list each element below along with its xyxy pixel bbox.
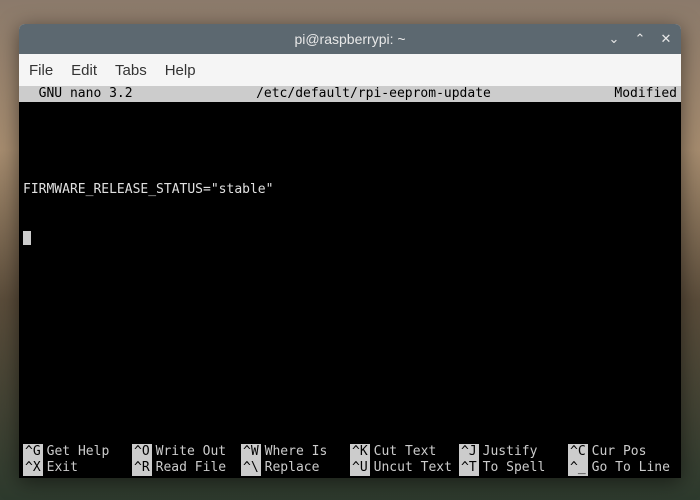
shortcut-cur-pos[interactable]: ^CCur Pos [568,444,677,460]
menu-file[interactable]: File [29,62,53,79]
titlebar[interactable]: pi@raspberrypi: ~ ⌄ ⌃ ✕ [19,24,681,54]
minimize-icon[interactable]: ⌄ [607,31,621,47]
footer-row-2: ^XExit ^RRead File ^\Replace ^UUncut Tex… [23,460,677,476]
terminal-area[interactable]: GNU nano 3.2 /etc/default/rpi-eeprom-upd… [19,86,681,478]
menu-tabs[interactable]: Tabs [115,62,147,79]
shortcut-justify[interactable]: ^JJustify [459,444,568,460]
close-icon[interactable]: ✕ [659,31,673,47]
nano-body[interactable]: FIRMWARE_RELEASE_STATUS="stable" [19,102,681,278]
shortcut-read-file[interactable]: ^RRead File [132,460,241,476]
nano-filepath: /etc/default/rpi-eeprom-update [141,86,607,102]
nano-header: GNU nano 3.2 /etc/default/rpi-eeprom-upd… [19,86,681,102]
menu-edit[interactable]: Edit [71,62,97,79]
nano-footer: ^GGet Help ^OWrite Out ^WWhere Is ^KCut … [19,444,681,478]
terminal-window: pi@raspberrypi: ~ ⌄ ⌃ ✕ File Edit Tabs H… [19,24,681,478]
shortcut-cut-text[interactable]: ^KCut Text [350,444,459,460]
window-title: pi@raspberrypi: ~ [294,31,405,47]
shortcut-exit[interactable]: ^XExit [23,460,132,476]
shortcut-write-out[interactable]: ^OWrite Out [132,444,241,460]
footer-row-1: ^GGet Help ^OWrite Out ^WWhere Is ^KCut … [23,444,677,460]
menubar: File Edit Tabs Help [19,54,681,86]
shortcut-get-help[interactable]: ^GGet Help [23,444,132,460]
shortcut-go-to-line[interactable]: ^_Go To Line [568,460,677,476]
editor-line[interactable]: FIRMWARE_RELEASE_STATUS="stable" [23,182,677,198]
shortcut-where-is[interactable]: ^WWhere Is [241,444,350,460]
cursor [23,231,31,245]
shortcut-uncut-text[interactable]: ^UUncut Text [350,460,459,476]
nano-version: GNU nano 3.2 [23,86,141,102]
maximize-icon[interactable]: ⌃ [633,31,647,47]
shortcut-to-spell[interactable]: ^TTo Spell [459,460,568,476]
nano-status: Modified [606,86,677,102]
menu-help[interactable]: Help [165,62,196,79]
shortcut-replace[interactable]: ^\Replace [241,460,350,476]
window-controls: ⌄ ⌃ ✕ [607,31,673,47]
